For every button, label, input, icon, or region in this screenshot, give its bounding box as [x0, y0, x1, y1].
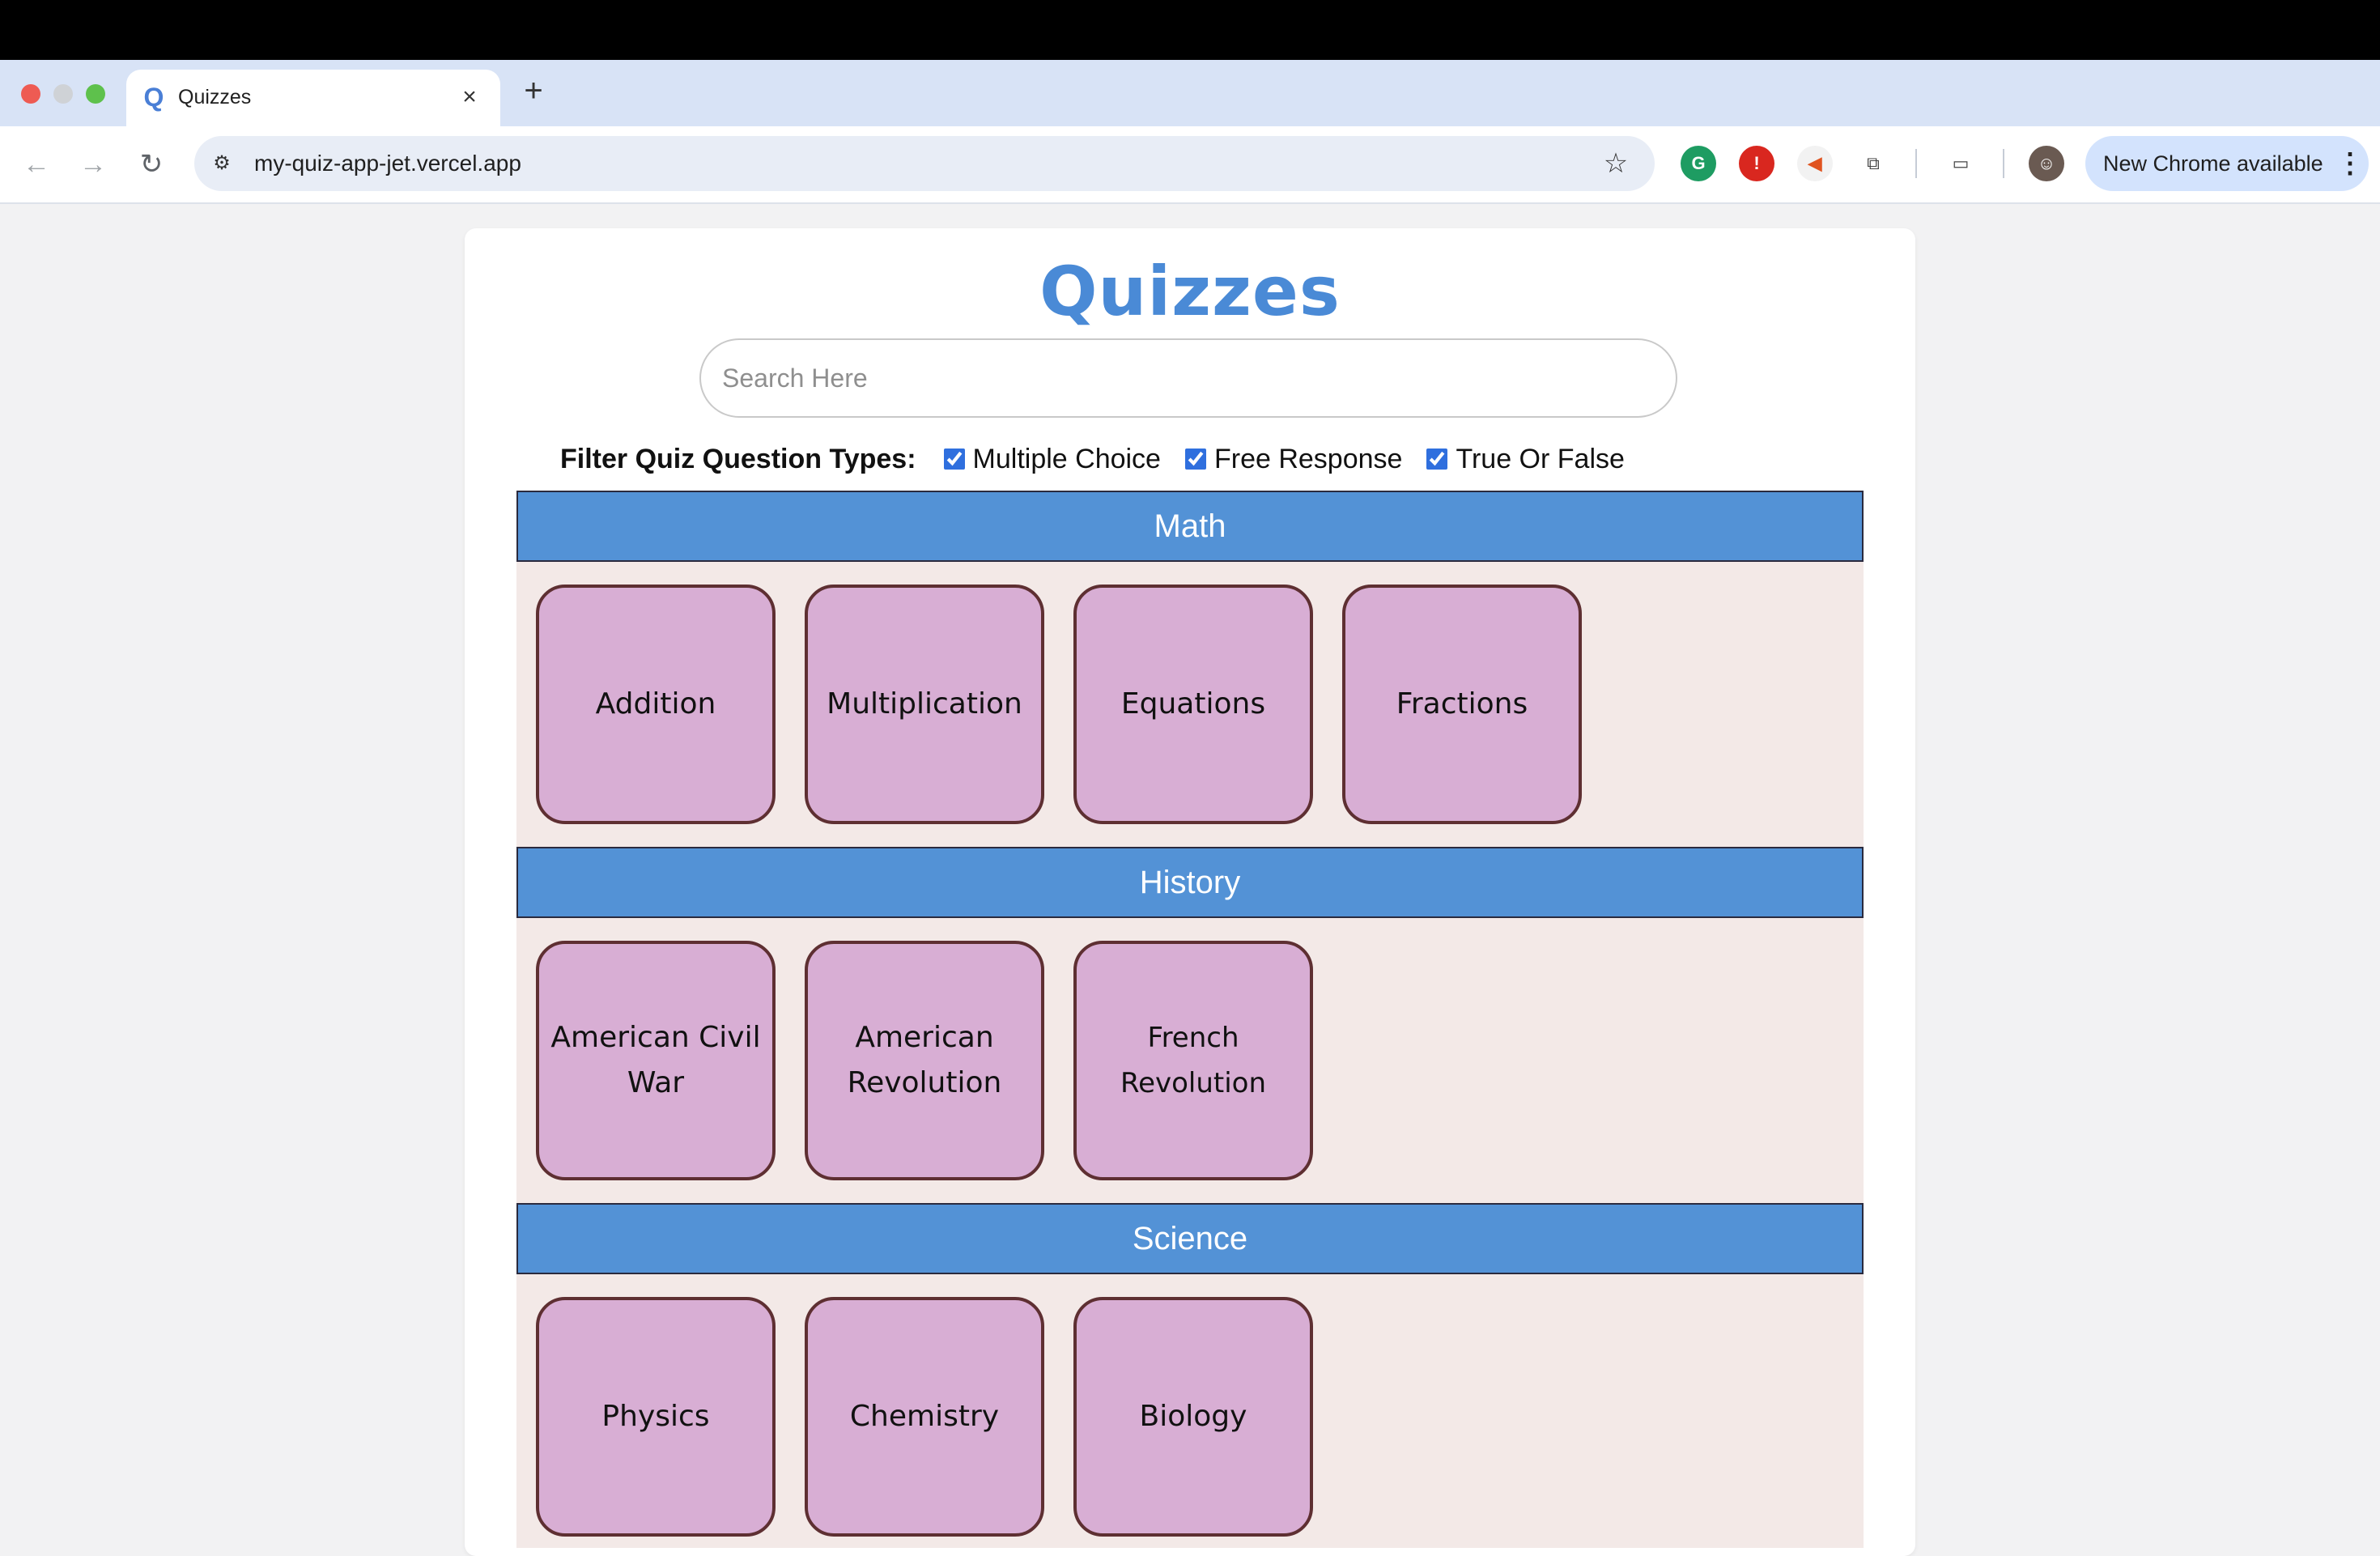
- filter-label: Filter Quiz Question Types:: [560, 443, 916, 474]
- quiz-favicon-icon: Q: [143, 83, 164, 112]
- close-tab-icon[interactable]: ×: [455, 81, 484, 113]
- reload-icon[interactable]: ↻: [131, 146, 172, 183]
- category-header-science: Science: [516, 1203, 1864, 1274]
- chrome-update-button[interactable]: New Chrome available ⋮: [2085, 136, 2369, 191]
- url-text[interactable]: my-quiz-app-jet.vercel.app: [254, 147, 521, 180]
- search-input[interactable]: [699, 338, 1677, 418]
- new-tab-icon[interactable]: +: [516, 74, 550, 108]
- filter-option-label: Free Response: [1213, 443, 1403, 474]
- chrome-update-label: New Chrome available: [2103, 151, 2323, 176]
- window-close-button[interactable]: [21, 84, 40, 104]
- bookmark-star-icon[interactable]: ☆: [1598, 146, 1634, 181]
- filter-true-or-false[interactable]: True Or False: [1426, 443, 1625, 475]
- quiz-tile-french-revolution[interactable]: French Revolution: [1073, 941, 1313, 1180]
- quiz-tile-chemistry[interactable]: Chemistry: [805, 1297, 1044, 1537]
- category-header-history: History: [516, 847, 1864, 918]
- quiz-tile-equations[interactable]: Equations: [1073, 585, 1313, 824]
- category-header-math: Math: [516, 491, 1864, 562]
- toolbar-divider: [2003, 149, 2004, 178]
- os-menu-bar: [0, 0, 2380, 60]
- quiz-tile-physics[interactable]: Physics: [536, 1297, 776, 1537]
- tab-title: Quizzes: [178, 86, 252, 108]
- page-title: Quizzes: [1039, 252, 1341, 331]
- quiz-tile-american-civil-war[interactable]: American Civil War: [536, 941, 776, 1180]
- adblock-extension-icon[interactable]: !: [1739, 146, 1774, 181]
- filter-free-response[interactable]: Free Response: [1184, 443, 1403, 475]
- window-minimize-button[interactable]: [53, 84, 73, 104]
- quiz-tile-addition[interactable]: Addition: [536, 585, 776, 824]
- quiz-tile-american-revolution[interactable]: American Revolution: [805, 941, 1044, 1180]
- quiz-tile-biology[interactable]: Biology: [1073, 1297, 1313, 1537]
- back-arrow-icon[interactable]: ←: [16, 146, 57, 183]
- free-response-checkbox[interactable]: [1184, 449, 1206, 470]
- filter-multiple-choice[interactable]: Multiple Choice: [943, 443, 1161, 475]
- multiple-choice-checkbox[interactable]: [943, 449, 965, 470]
- tab-search-icon[interactable]: ▭: [1943, 146, 1978, 181]
- quiz-tile-fractions[interactable]: Fractions: [1342, 585, 1582, 824]
- address-bar[interactable]: ⚙ my-quiz-app-jet.vercel.app ☆: [194, 136, 1655, 191]
- tab-quizzes[interactable]: Q Quizzes ×: [126, 70, 500, 126]
- filter-option-label: True Or False: [1456, 443, 1625, 474]
- window-maximize-button[interactable]: [86, 84, 105, 104]
- true-or-false-checkbox[interactable]: [1426, 449, 1448, 470]
- question-type-filter: Filter Quiz Question Types: Multiple Cho…: [560, 439, 1649, 479]
- filter-option-label: Multiple Choice: [972, 443, 1161, 474]
- profile-avatar[interactable]: ☺: [2029, 146, 2064, 181]
- quiz-tile-multiplication[interactable]: Multiplication: [805, 585, 1044, 824]
- grammarly-extension-icon[interactable]: G: [1681, 146, 1716, 181]
- toolbar-divider: [1915, 149, 1917, 178]
- forward-arrow-icon[interactable]: →: [73, 146, 113, 183]
- site-settings-icon[interactable]: ⚙: [206, 147, 238, 180]
- megaphone-extension-icon[interactable]: ◀: [1797, 146, 1833, 181]
- extensions-puzzle-icon[interactable]: ⧉: [1855, 146, 1891, 181]
- chrome-menu-icon[interactable]: ⋮: [2336, 146, 2364, 181]
